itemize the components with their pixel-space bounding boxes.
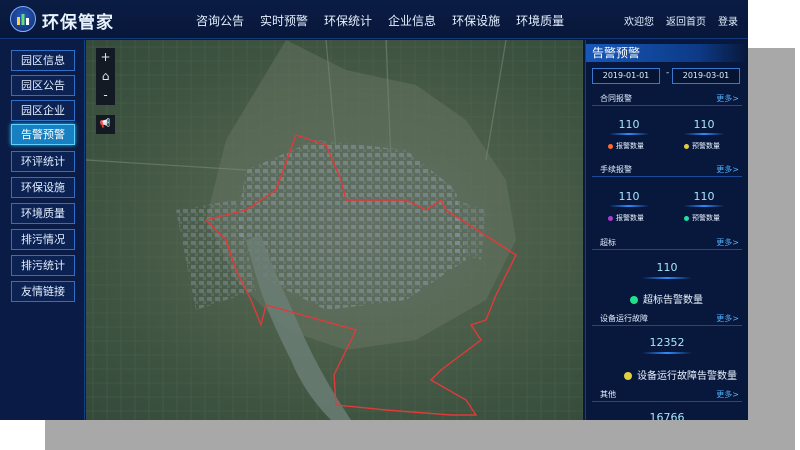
more-link-contract[interactable]: 更多> xyxy=(716,93,739,104)
app-window: 环保管家 咨询公告 实时预警 环保统计 企业信息 环保设施 环境质量 欢迎您 返… xyxy=(0,0,748,420)
value-underline xyxy=(609,133,649,135)
sidebar-item-park-info[interactable]: 园区信息 xyxy=(11,50,75,71)
main-nav: 咨询公告 实时预警 环保统计 企业信息 环保设施 环境质量 xyxy=(196,12,580,29)
section-title-procedure: 手续报警 xyxy=(600,165,632,174)
legend-dot xyxy=(630,296,638,304)
sidebar-item-park-notice[interactable]: 园区公告 xyxy=(11,75,75,96)
contract-alarm-count: 110 xyxy=(618,118,640,131)
date-separator: - xyxy=(666,68,670,78)
map-imagery xyxy=(86,40,583,420)
sidebar-item-env-facilities[interactable]: 环保设施 xyxy=(11,177,75,198)
legend-fault: 设备运行故障告警数量 xyxy=(624,367,737,382)
sidebar-item-discharge-stats[interactable]: 排污统计 xyxy=(11,255,75,276)
contract-warning-count: 110 xyxy=(693,118,715,131)
legend-dot xyxy=(608,215,613,221)
more-link-exceed[interactable]: 更多> xyxy=(716,237,739,248)
sidebar-item-park-companies[interactable]: 园区企业 xyxy=(11,100,75,121)
value-underline xyxy=(609,205,649,207)
procedure-alarm-count: 110 xyxy=(618,190,640,203)
more-link-other[interactable]: 更多> xyxy=(716,389,739,400)
section-title-contract: 合同报警 xyxy=(600,94,632,103)
legend-dot xyxy=(684,143,689,149)
zoom-in-button[interactable]: + xyxy=(96,48,115,67)
divider xyxy=(592,401,742,402)
legend-dot xyxy=(608,143,613,149)
fault-count: 12352 xyxy=(649,336,685,349)
divider xyxy=(592,249,742,250)
home-link[interactable]: 返回首页 xyxy=(666,13,706,28)
nav-item-realtime-alert[interactable]: 实时预警 xyxy=(260,12,308,29)
legend-label: 设备运行故障告警数量 xyxy=(637,371,737,382)
legend-label: 预警数量 xyxy=(692,214,720,222)
divider xyxy=(592,176,742,177)
legend-contract-warning: 预警数量 xyxy=(684,141,720,151)
legend-dot xyxy=(684,215,689,221)
legend-procedure-warning: 预警数量 xyxy=(684,213,720,223)
more-link-procedure[interactable]: 更多> xyxy=(716,164,739,175)
nav-item-company-info[interactable]: 企业信息 xyxy=(388,12,436,29)
legend-exceed: 超标告警数量 xyxy=(630,291,703,306)
legend-label: 超标告警数量 xyxy=(643,295,703,306)
nav-item-env-quality[interactable]: 环境质量 xyxy=(516,12,564,29)
exceed-count: 110 xyxy=(656,261,678,274)
other-count: 16766 xyxy=(649,411,685,420)
zoom-out-button[interactable]: - xyxy=(96,86,115,105)
legend-dot xyxy=(624,372,632,380)
nav-item-env-stats[interactable]: 环保统计 xyxy=(324,12,372,29)
welcome-text: 欢迎您 xyxy=(624,17,654,28)
legend-contract-alarm: 报警数量 xyxy=(608,141,644,151)
panel-title: 告警预警 xyxy=(586,44,747,62)
start-date-input[interactable]: 2019-01-01 xyxy=(592,68,660,84)
divider xyxy=(592,325,742,326)
value-underline xyxy=(642,277,692,279)
sidebar-item-eia-stats[interactable]: 环评统计 xyxy=(11,151,75,172)
left-sidebar: 园区信息 园区公告 园区企业 告警预警 环评统计 环保设施 环境质量 排污情况 … xyxy=(0,40,85,420)
divider xyxy=(592,105,742,106)
header-links: 欢迎您 返回首页 登录 xyxy=(612,13,738,28)
home-icon[interactable]: ⌂ xyxy=(96,67,115,86)
more-link-fault[interactable]: 更多> xyxy=(716,313,739,324)
satellite-map[interactable]: + ⌂ - 📢 xyxy=(86,40,583,420)
sidebar-item-discharge[interactable]: 排污情况 xyxy=(11,229,75,250)
sidebar-item-links[interactable]: 友情链接 xyxy=(11,281,75,302)
sidebar-item-env-quality[interactable]: 环境质量 xyxy=(11,203,75,224)
alert-panel: 告警预警 2019-01-01 - 2019-03-01 合同报警 更多> 11… xyxy=(585,40,748,420)
brand-logo-icon xyxy=(10,6,36,32)
login-link[interactable]: 登录 xyxy=(718,13,738,28)
section-title-exceed: 超标 xyxy=(600,238,616,247)
broadcast-icon[interactable]: 📢 xyxy=(96,115,115,134)
app-title: 环保管家 xyxy=(42,13,114,33)
value-underline xyxy=(642,352,692,354)
value-underline xyxy=(684,133,724,135)
legend-label: 报警数量 xyxy=(616,142,644,150)
top-header: 环保管家 咨询公告 实时预警 环保统计 企业信息 环保设施 环境质量 欢迎您 返… xyxy=(0,0,748,39)
legend-procedure-alarm: 报警数量 xyxy=(608,213,644,223)
nav-item-consult[interactable]: 咨询公告 xyxy=(196,12,244,29)
sidebar-item-alerts[interactable]: 告警预警 xyxy=(11,124,75,145)
procedure-warning-count: 110 xyxy=(693,190,715,203)
section-title-other: 其他 xyxy=(600,390,616,399)
value-underline xyxy=(684,205,724,207)
section-title-fault: 设备运行故障 xyxy=(600,314,648,323)
nav-item-env-facilities[interactable]: 环保设施 xyxy=(452,12,500,29)
end-date-input[interactable]: 2019-03-01 xyxy=(672,68,740,84)
legend-label: 预警数量 xyxy=(692,142,720,150)
legend-label: 报警数量 xyxy=(616,214,644,222)
